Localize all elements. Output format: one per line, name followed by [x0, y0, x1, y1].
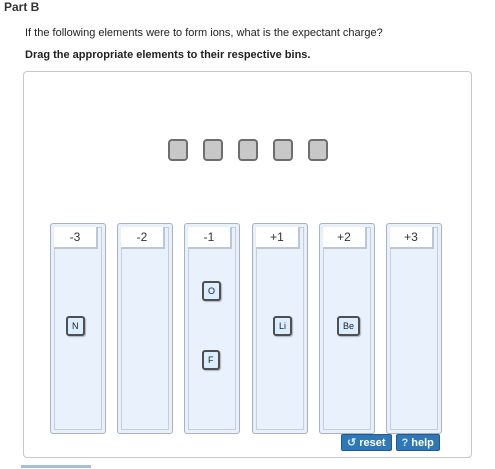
bin-minus-1[interactable]: -1: [184, 223, 240, 434]
empty-slot[interactable]: [168, 139, 188, 161]
bin-drop-area[interactable]: [390, 227, 438, 430]
bin-label: -1: [188, 227, 232, 249]
element-chip-li[interactable]: Li: [273, 316, 293, 336]
reset-button[interactable]: ↺ reset: [341, 434, 392, 451]
bin-minus-2[interactable]: -2: [117, 223, 173, 434]
reset-icon: ↺: [347, 437, 357, 449]
element-chip-be[interactable]: Be: [337, 316, 361, 336]
help-label: help: [411, 436, 434, 449]
part-title: Part B: [4, 0, 40, 14]
button-bar: ↺ reset ? help: [341, 434, 440, 451]
element-chip-n[interactable]: N: [66, 316, 85, 336]
bin-label: +3: [390, 227, 434, 249]
scroll-indicator: [21, 465, 91, 468]
empty-slot[interactable]: [273, 139, 293, 161]
reset-label: reset: [359, 436, 386, 449]
element-chip-o[interactable]: O: [202, 281, 222, 301]
bin-plus-3[interactable]: +3: [386, 223, 442, 434]
bin-drop-area[interactable]: [188, 227, 236, 430]
help-icon: ?: [401, 436, 409, 449]
empty-slot[interactable]: [308, 139, 328, 161]
bin-drop-area[interactable]: [121, 227, 169, 430]
instruction-text: Drag the appropriate elements to their r…: [25, 49, 311, 61]
bin-label: -2: [121, 227, 165, 249]
bin-label: -3: [54, 227, 98, 249]
empty-slot[interactable]: [203, 139, 223, 161]
element-chip-f[interactable]: F: [202, 350, 220, 370]
question-text: If the following elements were to form i…: [25, 27, 383, 39]
bin-label: +1: [256, 227, 300, 249]
empty-slot[interactable]: [238, 139, 258, 161]
bin-label: +2: [323, 227, 367, 249]
help-button[interactable]: ? help: [395, 434, 440, 451]
